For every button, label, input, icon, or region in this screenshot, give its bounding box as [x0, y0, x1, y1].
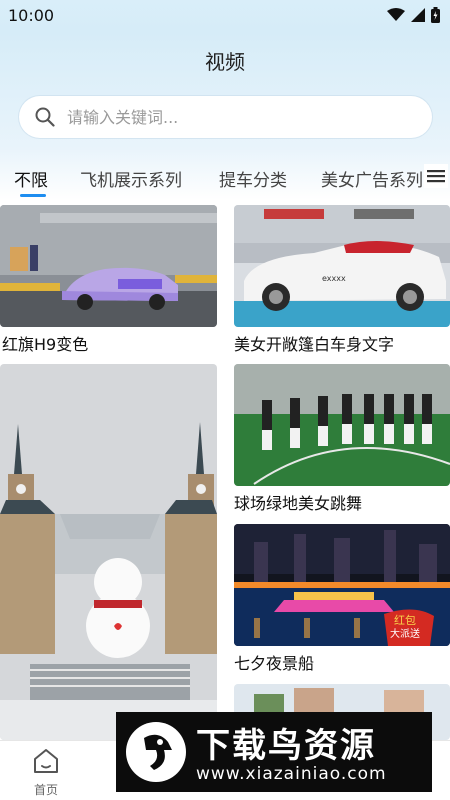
- active-tab-indicator: [20, 194, 46, 197]
- page-title: 视频: [205, 50, 245, 74]
- video-thumbnail-4: [234, 364, 450, 486]
- search-bar[interactable]: [19, 96, 432, 138]
- header: 视频 不限 飞机展示系列 提车分类 美女广告系列: [0, 32, 450, 200]
- video-thumbnail-3: [0, 364, 217, 740]
- search-input[interactable]: [67, 107, 397, 127]
- redpacket-text-1: 红包: [394, 614, 416, 627]
- status-time: 10:00: [8, 6, 55, 25]
- tab-car-delivery[interactable]: 提车分类: [219, 166, 287, 191]
- watermark-title: 下载鸟资源: [196, 726, 376, 766]
- video-title-2: 美女开敞篷白车身文字: [234, 335, 395, 354]
- home-icon: [34, 749, 58, 773]
- tab-beauty-ads[interactable]: 美女广告系列: [321, 166, 423, 191]
- video-thumbnail-5: 红包 大派送: [234, 524, 450, 646]
- bird-logo-icon: [126, 722, 186, 782]
- video-title-4: 七夕夜景船: [234, 654, 315, 673]
- watermark-url: www.xiazainiao.com: [196, 764, 387, 784]
- status-bar: 10:00: [0, 0, 450, 32]
- video-thumbnail-1: [0, 205, 217, 327]
- signal-icon: [411, 8, 425, 22]
- tab-aircraft[interactable]: 飞机展示系列: [80, 166, 182, 191]
- search-icon: [35, 107, 55, 127]
- car-plate-text: exxxx: [322, 274, 346, 283]
- video-title-1: 红旗H9变色: [2, 335, 89, 354]
- video-card-2[interactable]: exxxx 美女开敞篷白车身文字: [234, 205, 450, 355]
- tab-all[interactable]: 不限: [14, 166, 48, 191]
- video-card-5[interactable]: 红包 大派送 七夕夜景船: [234, 524, 450, 674]
- video-title-3: 球场绿地美女跳舞: [234, 494, 363, 513]
- nav-home-label: 首页: [33, 783, 58, 797]
- menu-icon[interactable]: [424, 164, 448, 188]
- battery-icon: [431, 7, 440, 23]
- app-screen: 10:00 视频 不限 飞机展示系列: [0, 0, 450, 800]
- status-icons: [387, 7, 440, 23]
- video-card-3[interactable]: [0, 364, 217, 740]
- nav-home[interactable]: 首页: [22, 747, 70, 798]
- video-card-4[interactable]: 球场绿地美女跳舞: [234, 364, 450, 514]
- watermark: 下载鸟资源 www.xiazainiao.com: [116, 712, 432, 792]
- video-thumbnail-2: exxxx: [234, 205, 450, 327]
- wifi-icon: [387, 8, 405, 21]
- category-tabs: 不限 飞机展示系列 提车分类 美女广告系列: [0, 162, 450, 200]
- redpacket-text-2: 大派送: [390, 627, 420, 640]
- video-card-1[interactable]: 红旗H9变色: [0, 205, 217, 355]
